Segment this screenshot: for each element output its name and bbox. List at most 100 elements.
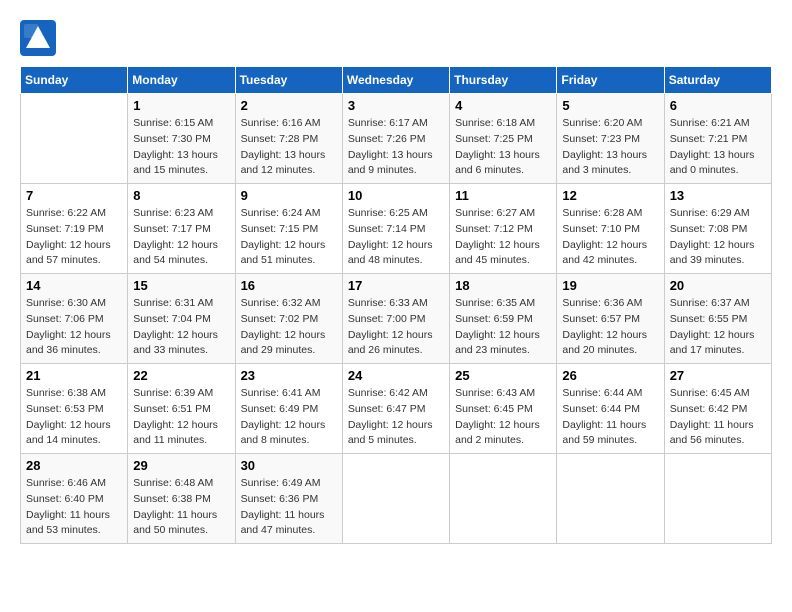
- header-day-monday: Monday: [128, 67, 235, 94]
- day-cell: 16 Sunrise: 6:32 AMSunset: 7:02 PMDayligh…: [235, 274, 342, 364]
- day-number: 3: [348, 98, 444, 113]
- day-number: 7: [26, 188, 122, 203]
- day-cell: 1 Sunrise: 6:15 AMSunset: 7:30 PMDaylight…: [128, 94, 235, 184]
- week-row-5: 28 Sunrise: 6:46 AMSunset: 6:40 PMDayligh…: [21, 454, 772, 544]
- day-cell: 26 Sunrise: 6:44 AMSunset: 6:44 PMDayligh…: [557, 364, 664, 454]
- day-number: 14: [26, 278, 122, 293]
- day-cell: 9 Sunrise: 6:24 AMSunset: 7:15 PMDaylight…: [235, 184, 342, 274]
- day-number: 25: [455, 368, 551, 383]
- day-cell: [21, 94, 128, 184]
- day-cell: [342, 454, 449, 544]
- day-info: Sunrise: 6:35 AMSunset: 6:59 PMDaylight:…: [455, 296, 551, 359]
- day-info: Sunrise: 6:21 AMSunset: 7:21 PMDaylight:…: [670, 116, 766, 179]
- day-cell: 3 Sunrise: 6:17 AMSunset: 7:26 PMDaylight…: [342, 94, 449, 184]
- day-info: Sunrise: 6:44 AMSunset: 6:44 PMDaylight:…: [562, 386, 658, 449]
- day-cell: 25 Sunrise: 6:43 AMSunset: 6:45 PMDayligh…: [450, 364, 557, 454]
- day-info: Sunrise: 6:15 AMSunset: 7:30 PMDaylight:…: [133, 116, 229, 179]
- day-cell: 7Sunrise: 6:22 AMSunset: 7:19 PMDaylight…: [21, 184, 128, 274]
- day-cell: 30 Sunrise: 6:49 AMSunset: 6:36 PMDayligh…: [235, 454, 342, 544]
- header-day-friday: Friday: [557, 67, 664, 94]
- day-info: Sunrise: 6:20 AMSunset: 7:23 PMDaylight:…: [562, 116, 658, 179]
- day-number: 26: [562, 368, 658, 383]
- day-cell: 29Sunrise: 6:48 AMSunset: 6:38 PMDayligh…: [128, 454, 235, 544]
- day-number: 9: [241, 188, 337, 203]
- calendar-table: SundayMondayTuesdayWednesdayThursdayFrid…: [20, 66, 772, 544]
- day-info: Sunrise: 6:39 AMSunset: 6:51 PMDaylight:…: [133, 386, 229, 449]
- header-row: SundayMondayTuesdayWednesdayThursdayFrid…: [21, 67, 772, 94]
- day-info: Sunrise: 6:18 AMSunset: 7:25 PMDaylight:…: [455, 116, 551, 179]
- day-number: 10: [348, 188, 444, 203]
- day-info: Sunrise: 6:42 AMSunset: 6:47 PMDaylight:…: [348, 386, 444, 449]
- day-cell: 2 Sunrise: 6:16 AMSunset: 7:28 PMDaylight…: [235, 94, 342, 184]
- week-row-3: 14 Sunrise: 6:30 AMSunset: 7:06 PMDayligh…: [21, 274, 772, 364]
- day-number: 6: [670, 98, 766, 113]
- day-number: 16: [241, 278, 337, 293]
- day-number: 27: [670, 368, 766, 383]
- day-number: 22: [133, 368, 229, 383]
- header-day-tuesday: Tuesday: [235, 67, 342, 94]
- day-cell: 22 Sunrise: 6:39 AMSunset: 6:51 PMDayligh…: [128, 364, 235, 454]
- day-info: Sunrise: 6:43 AMSunset: 6:45 PMDaylight:…: [455, 386, 551, 449]
- day-number: 20: [670, 278, 766, 293]
- day-cell: 23 Sunrise: 6:41 AMSunset: 6:49 PMDayligh…: [235, 364, 342, 454]
- day-cell: 27 Sunrise: 6:45 AMSunset: 6:42 PMDayligh…: [664, 364, 771, 454]
- day-cell: 10 Sunrise: 6:25 AMSunset: 7:14 PMDayligh…: [342, 184, 449, 274]
- day-number: 15: [133, 278, 229, 293]
- day-number: 19: [562, 278, 658, 293]
- day-info: Sunrise: 6:36 AMSunset: 6:57 PMDaylight:…: [562, 296, 658, 359]
- day-number: 5: [562, 98, 658, 113]
- day-number: 13: [670, 188, 766, 203]
- day-cell: 13 Sunrise: 6:29 AMSunset: 7:08 PMDayligh…: [664, 184, 771, 274]
- header-day-wednesday: Wednesday: [342, 67, 449, 94]
- day-number: 28: [26, 458, 122, 473]
- day-info: Sunrise: 6:17 AMSunset: 7:26 PMDaylight:…: [348, 116, 444, 179]
- day-cell: 18 Sunrise: 6:35 AMSunset: 6:59 PMDayligh…: [450, 274, 557, 364]
- day-cell: 12Sunrise: 6:28 AMSunset: 7:10 PMDayligh…: [557, 184, 664, 274]
- day-number: 30: [241, 458, 337, 473]
- day-number: 23: [241, 368, 337, 383]
- calendar-header: SundayMondayTuesdayWednesdayThursdayFrid…: [21, 67, 772, 94]
- day-number: 24: [348, 368, 444, 383]
- day-info: Sunrise: 6:29 AMSunset: 7:08 PMDaylight:…: [670, 206, 766, 269]
- day-cell: 15 Sunrise: 6:31 AMSunset: 7:04 PMDayligh…: [128, 274, 235, 364]
- day-number: 1: [133, 98, 229, 113]
- day-info: Sunrise: 6:38 AMSunset: 6:53 PMDaylight:…: [26, 386, 122, 449]
- day-cell: 4 Sunrise: 6:18 AMSunset: 7:25 PMDaylight…: [450, 94, 557, 184]
- day-cell: 24 Sunrise: 6:42 AMSunset: 6:47 PMDayligh…: [342, 364, 449, 454]
- day-number: 4: [455, 98, 551, 113]
- header-day-sunday: Sunday: [21, 67, 128, 94]
- logo: [20, 20, 62, 56]
- day-info: Sunrise: 6:37 AMSunset: 6:55 PMDaylight:…: [670, 296, 766, 359]
- day-info: Sunrise: 6:16 AMSunset: 7:28 PMDaylight:…: [241, 116, 337, 179]
- day-info: Sunrise: 6:30 AMSunset: 7:06 PMDaylight:…: [26, 296, 122, 359]
- day-cell: 8Sunrise: 6:23 AMSunset: 7:17 PMDaylight…: [128, 184, 235, 274]
- day-number: 8: [133, 188, 229, 203]
- day-info: Sunrise: 6:27 AMSunset: 7:12 PMDaylight:…: [455, 206, 551, 269]
- day-cell: 14 Sunrise: 6:30 AMSunset: 7:06 PMDayligh…: [21, 274, 128, 364]
- header-day-saturday: Saturday: [664, 67, 771, 94]
- week-row-2: 7Sunrise: 6:22 AMSunset: 7:19 PMDaylight…: [21, 184, 772, 274]
- day-cell: 21 Sunrise: 6:38 AMSunset: 6:53 PMDayligh…: [21, 364, 128, 454]
- day-number: 21: [26, 368, 122, 383]
- day-info: Sunrise: 6:48 AMSunset: 6:38 PMDaylight:…: [133, 476, 229, 539]
- day-info: Sunrise: 6:24 AMSunset: 7:15 PMDaylight:…: [241, 206, 337, 269]
- day-cell: 6 Sunrise: 6:21 AMSunset: 7:21 PMDaylight…: [664, 94, 771, 184]
- day-cell: [664, 454, 771, 544]
- day-info: Sunrise: 6:49 AMSunset: 6:36 PMDaylight:…: [241, 476, 337, 539]
- day-info: Sunrise: 6:25 AMSunset: 7:14 PMDaylight:…: [348, 206, 444, 269]
- day-number: 12: [562, 188, 658, 203]
- day-info: Sunrise: 6:45 AMSunset: 6:42 PMDaylight:…: [670, 386, 766, 449]
- day-number: 2: [241, 98, 337, 113]
- day-info: Sunrise: 6:31 AMSunset: 7:04 PMDaylight:…: [133, 296, 229, 359]
- day-info: Sunrise: 6:46 AMSunset: 6:40 PMDaylight:…: [26, 476, 122, 539]
- day-number: 18: [455, 278, 551, 293]
- day-cell: 5 Sunrise: 6:20 AMSunset: 7:23 PMDaylight…: [557, 94, 664, 184]
- week-row-1: 1 Sunrise: 6:15 AMSunset: 7:30 PMDaylight…: [21, 94, 772, 184]
- day-cell: [450, 454, 557, 544]
- day-info: Sunrise: 6:32 AMSunset: 7:02 PMDaylight:…: [241, 296, 337, 359]
- day-info: Sunrise: 6:41 AMSunset: 6:49 PMDaylight:…: [241, 386, 337, 449]
- day-cell: 11Sunrise: 6:27 AMSunset: 7:12 PMDayligh…: [450, 184, 557, 274]
- logo-icon: [20, 20, 56, 56]
- day-cell: 17Sunrise: 6:33 AMSunset: 7:00 PMDayligh…: [342, 274, 449, 364]
- day-info: Sunrise: 6:33 AMSunset: 7:00 PMDaylight:…: [348, 296, 444, 359]
